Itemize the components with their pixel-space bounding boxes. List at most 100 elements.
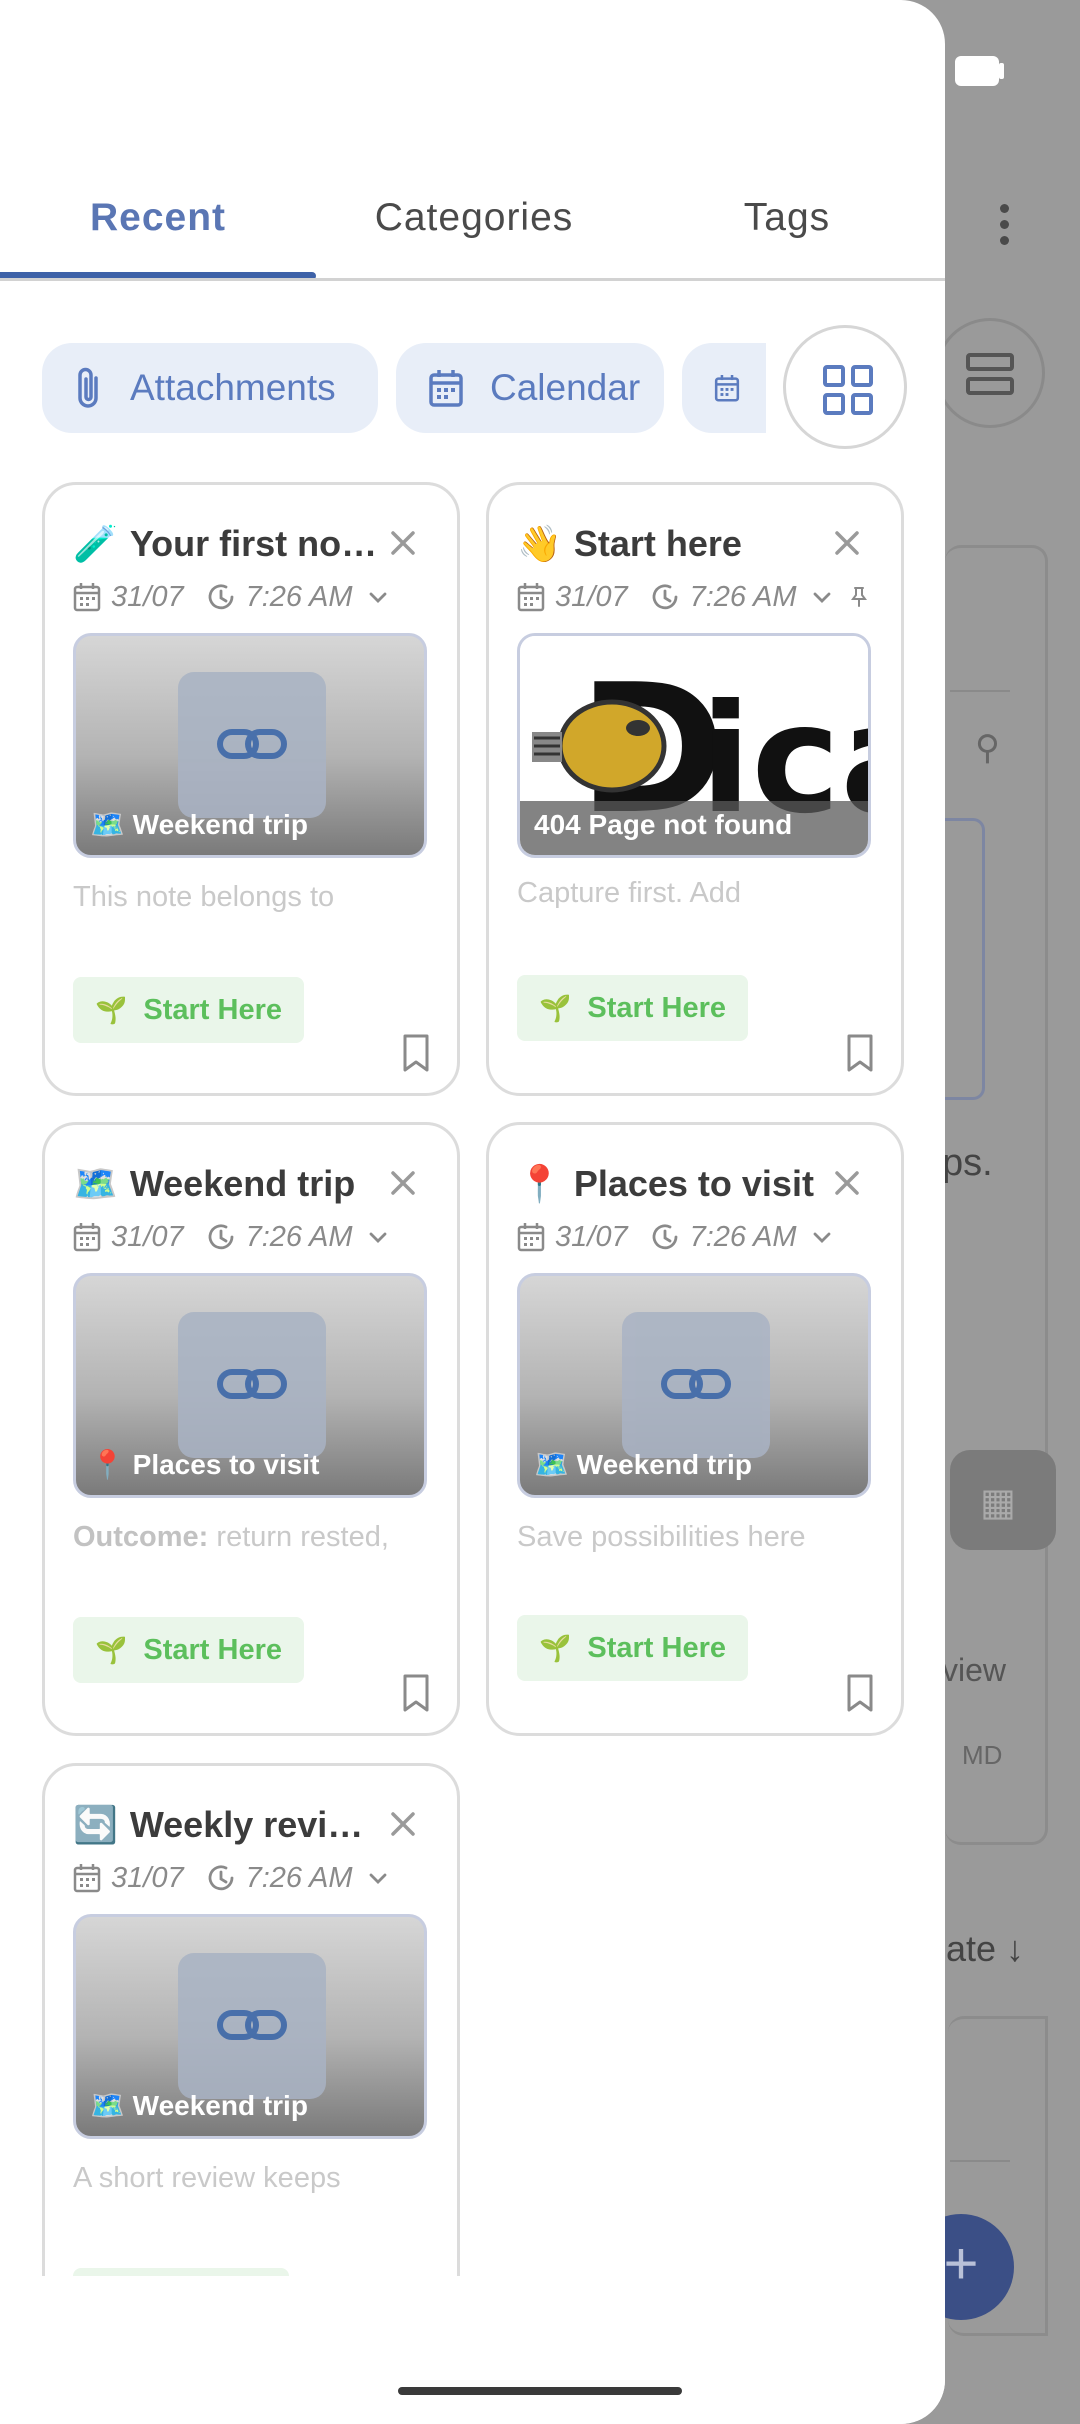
note-card[interactable]: 👋 Start here 31/07 7:26 AM D ica — [486, 482, 904, 1096]
note-card[interactable]: 🧪 Your first no… 31/07 7:26 AM 🗺️ Weeken… — [42, 482, 460, 1096]
background-text: MD — [962, 1740, 1003, 1770]
note-snippet: Outcome: return rested, — [73, 1521, 389, 1553]
chip-calendar-2[interactable] — [682, 343, 766, 433]
close-icon[interactable] — [383, 1163, 423, 1203]
note-emoji: 📍 — [517, 1163, 562, 1204]
link-preview[interactable]: 🗺️ Weekend trip — [73, 633, 427, 858]
note-emoji: 🧪 — [73, 523, 118, 564]
note-meta: 31/07 7:26 AM — [73, 1858, 399, 1898]
link-preview[interactable]: 📍 Places to visit — [73, 1273, 427, 1498]
sprout-icon: 🌱 — [539, 992, 572, 1023]
chevron-down-icon[interactable] — [367, 587, 389, 607]
chip-label: Calendar — [490, 367, 641, 408]
chip-attachments[interactable]: Attachments — [42, 343, 378, 433]
note-emoji: 👋 — [517, 523, 562, 564]
tab-categories[interactable]: Categories — [316, 180, 632, 280]
bookmark-icon[interactable] — [401, 1033, 431, 1073]
tag-chip[interactable]: 🌱 Start Here — [73, 1617, 304, 1683]
bookmark-icon[interactable] — [401, 1673, 431, 1713]
chevron-down-icon[interactable] — [367, 1227, 389, 1247]
tag-chip[interactable]: 🌱 Start Here — [517, 1615, 748, 1681]
clock-icon — [652, 1224, 677, 1250]
grid-view-toggle[interactable] — [783, 325, 907, 449]
close-icon[interactable] — [827, 523, 867, 563]
background-text: ps. — [942, 1142, 993, 1184]
bookmark-icon[interactable] — [845, 1033, 875, 1073]
note-time: 7:26 AM — [245, 1220, 353, 1253]
chevron-down-icon[interactable] — [811, 587, 833, 607]
calendar-icon — [429, 370, 463, 407]
note-time: 7:26 AM — [245, 1861, 353, 1894]
note-time: 7:26 AM — [245, 580, 353, 613]
image-preview[interactable]: D ica 404 Page not found — [517, 633, 871, 858]
note-title: Start here — [573, 523, 742, 564]
link-preview[interactable]: 🗺️ Weekend trip — [517, 1273, 871, 1498]
preview-caption: 📍 Places to visit — [90, 1449, 320, 1480]
note-snippet: Capture first. Add — [517, 877, 742, 909]
note-date: 31/07 — [555, 1220, 628, 1253]
tab-recent[interactable]: Recent — [0, 180, 316, 280]
preview-caption: 🗺️ Weekend trip — [90, 2090, 308, 2121]
chevron-down-icon[interactable] — [811, 1227, 833, 1247]
chevron-down-icon[interactable] — [367, 1868, 389, 1888]
clock-icon — [652, 584, 677, 610]
preview-caption: 🗺️ Weekend trip — [534, 1449, 752, 1480]
calendar-icon — [517, 583, 545, 612]
preview-caption: 404 Page not found — [534, 809, 793, 840]
note-emoji: 🗺️ — [73, 1163, 118, 1204]
close-icon[interactable] — [827, 1163, 867, 1203]
bookmark-icon[interactable] — [845, 1673, 875, 1713]
background-action-panel — [940, 818, 985, 1100]
clock-icon — [208, 1224, 233, 1250]
grid-menu-icon[interactable]: ▦ — [950, 1450, 1056, 1550]
clock-icon — [208, 584, 233, 610]
calendar-icon — [73, 1864, 101, 1893]
clock-icon — [208, 1865, 233, 1891]
paperclip-icon — [78, 367, 98, 408]
more-options-icon[interactable] — [995, 200, 1015, 250]
note-snippet: A short review keeps — [73, 2162, 341, 2194]
note-meta: 31/07 7:26 AM — [517, 1217, 843, 1257]
note-card[interactable]: 🗺️ Weekend trip 31/07 7:26 AM 📍 Places t… — [42, 1122, 460, 1736]
sprout-icon: 🌱 — [95, 1634, 128, 1665]
note-snippet: Save possibilities here — [517, 1521, 806, 1553]
tab-tags[interactable]: Tags — [632, 180, 942, 280]
sprout-icon: 🌱 — [539, 1632, 572, 1663]
link-icon — [217, 729, 287, 759]
calendar-icon — [73, 583, 101, 612]
calendar-icon — [73, 1223, 101, 1252]
note-date: 31/07 — [111, 1220, 184, 1253]
home-indicator[interactable] — [398, 2387, 682, 2395]
tag-chip[interactable]: 🌱 Start Here — [517, 975, 748, 1041]
note-meta: 31/07 7:26 AM — [517, 577, 879, 617]
note-title: Weekly revi… — [129, 1804, 364, 1845]
note-time: 7:26 AM — [689, 580, 797, 613]
pin-icon[interactable] — [849, 585, 869, 609]
preview-caption: 🗺️ Weekend trip — [90, 809, 308, 840]
link-icon — [661, 1369, 731, 1399]
list-view-icon[interactable] — [935, 318, 1045, 428]
note-title: Places to visit — [573, 1163, 814, 1204]
chip-label: Attachments — [130, 367, 336, 408]
sort-by-date[interactable]: late ↓ — [938, 1928, 1024, 1970]
note-time: 7:26 AM — [689, 1220, 797, 1253]
close-icon[interactable] — [383, 523, 423, 563]
close-icon[interactable] — [383, 1804, 423, 1844]
calendar-icon — [517, 1223, 545, 1252]
battery-icon — [955, 56, 999, 86]
note-meta: 31/07 7:26 AM — [73, 1217, 399, 1257]
link-preview[interactable]: 🗺️ Weekend trip — [73, 1914, 427, 2139]
tab-bar: Recent Categories Tags — [0, 180, 945, 280]
note-date: 31/07 — [555, 580, 628, 613]
note-snippet: This note belongs to — [73, 881, 335, 913]
calendar-icon — [714, 375, 740, 402]
notes-drawer: Recent Categories Tags Attachments Calen… — [0, 0, 945, 2424]
grid-icon — [823, 365, 873, 415]
note-card[interactable]: 📍 Places to visit 31/07 7:26 AM 🗺️ Weeke… — [486, 1122, 904, 1736]
note-date: 31/07 — [111, 580, 184, 613]
note-title: Weekend trip — [129, 1163, 356, 1204]
tag-chip[interactable]: 🌱 Start Here — [73, 977, 304, 1043]
note-title: Your first no… — [129, 523, 378, 564]
tab-divider — [0, 278, 945, 281]
chip-calendar[interactable]: Calendar — [396, 343, 664, 433]
